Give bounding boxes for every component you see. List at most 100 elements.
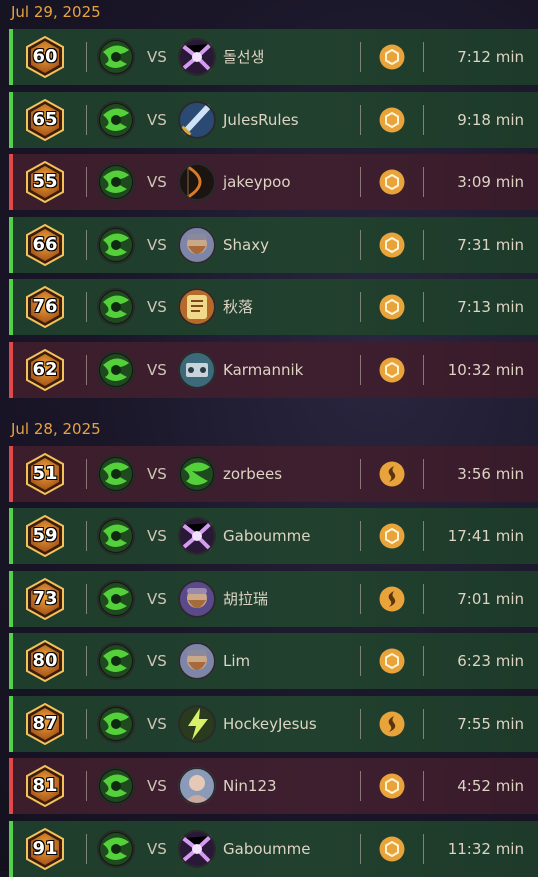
divider xyxy=(423,521,424,551)
player-hero-icon xyxy=(97,225,135,264)
opponent-name[interactable]: Shaxy xyxy=(223,217,269,273)
match-row[interactable]: 73 VS 胡拉瑞 7:01 min xyxy=(9,570,538,627)
match-row[interactable]: 76 VS 秋落 7:13 min xyxy=(9,279,538,335)
vs-label: VS xyxy=(147,527,167,545)
opponent-hero-icon xyxy=(178,767,216,805)
coin-mode-icon xyxy=(379,357,405,383)
divider xyxy=(360,646,361,676)
match-duration: 11:32 min xyxy=(447,839,524,858)
match-row[interactable]: 81 VS Nin123 4:52 min xyxy=(9,758,538,814)
swirl-mode-icon xyxy=(379,461,405,487)
match-history-list: Jul 29, 2025 60 VS 돌선생 7:12 min 65 VS JulesRule… xyxy=(0,0,538,877)
opponent-hero-icon xyxy=(178,100,216,139)
match-row[interactable]: 60 VS 돌선생 7:12 min xyxy=(9,29,538,85)
divider xyxy=(86,771,87,801)
rank-badge: 55 xyxy=(25,161,65,203)
opponent-name[interactable]: 秋落 xyxy=(223,279,253,335)
rank-value: 66 xyxy=(32,233,58,255)
opponent-name[interactable]: Nin123 xyxy=(223,758,277,814)
match-row[interactable]: 65 VS JulesRules 9:18 min xyxy=(9,91,538,148)
match-row[interactable]: 80 VS Lim 6:23 min xyxy=(9,633,538,689)
divider xyxy=(360,771,361,801)
divider xyxy=(423,708,424,739)
match-duration: 3:09 min xyxy=(457,173,524,191)
coin-mode-icon xyxy=(379,107,405,133)
match-duration: 7:55 min xyxy=(457,714,524,733)
divider xyxy=(423,583,424,614)
vs-label: VS xyxy=(147,110,167,129)
opponent-name[interactable]: zorbees xyxy=(223,446,282,502)
divider xyxy=(423,42,424,72)
divider xyxy=(86,521,87,551)
rank-badge: 81 xyxy=(25,765,65,807)
opponent-name[interactable]: Karmannik xyxy=(223,342,303,398)
divider xyxy=(360,292,361,322)
player-hero-icon xyxy=(97,642,135,680)
player-hero-icon xyxy=(97,288,135,326)
divider xyxy=(423,833,424,864)
player-hero-icon xyxy=(97,829,135,868)
divider xyxy=(423,167,424,197)
opponent-hero-icon xyxy=(178,517,216,555)
divider xyxy=(360,229,361,260)
opponent-name[interactable]: HockeyJesus xyxy=(223,696,317,752)
match-row[interactable]: 51 VS zorbees 3:56 min xyxy=(9,445,538,502)
divider xyxy=(86,292,87,322)
rank-value: 65 xyxy=(32,108,58,130)
match-row[interactable]: 66 VS Shaxy 7:31 min xyxy=(9,216,538,273)
opponent-name[interactable]: 돌선생 xyxy=(223,29,264,85)
rank-badge: 66 xyxy=(25,223,65,266)
divider xyxy=(86,42,87,72)
divider xyxy=(360,583,361,614)
opponent-name[interactable]: Gaboumme xyxy=(223,508,310,564)
match-row[interactable]: 59 VS Gaboumme 17:41 min xyxy=(9,508,538,564)
player-hero-icon xyxy=(97,454,135,493)
player-hero-icon xyxy=(97,163,135,201)
coin-mode-icon xyxy=(379,44,405,70)
opponent-name[interactable]: Gaboumme xyxy=(223,821,310,877)
vs-label: VS xyxy=(147,298,167,316)
match-duration: 7:13 min xyxy=(457,298,524,316)
divider xyxy=(86,229,87,260)
opponent-hero-icon xyxy=(178,579,216,618)
player-hero-icon xyxy=(97,579,135,618)
match-duration: 7:12 min xyxy=(457,48,524,66)
swirl-mode-icon xyxy=(379,586,405,612)
opponent-hero-icon xyxy=(178,454,216,493)
rank-badge: 60 xyxy=(25,36,65,78)
coin-mode-icon xyxy=(379,232,405,258)
divider xyxy=(86,708,87,739)
opponent-hero-icon xyxy=(178,225,216,264)
divider xyxy=(360,458,361,489)
match-row[interactable]: 62 VS Karmannik 10:32 min xyxy=(9,341,538,398)
rank-value: 87 xyxy=(32,712,58,734)
rank-badge: 80 xyxy=(25,640,65,682)
player-hero-icon xyxy=(97,350,135,389)
rank-value: 60 xyxy=(32,46,58,67)
divider xyxy=(423,458,424,489)
player-hero-icon xyxy=(97,517,135,555)
divider xyxy=(86,583,87,614)
player-hero-icon xyxy=(97,767,135,805)
opponent-name[interactable]: JulesRules xyxy=(223,92,299,148)
rank-value: 81 xyxy=(32,775,58,796)
date-header: Jul 29, 2025 xyxy=(11,3,101,21)
vs-label: VS xyxy=(147,714,167,733)
match-row[interactable]: 55 VS jakeypoo 3:09 min xyxy=(9,154,538,210)
rank-badge: 73 xyxy=(25,577,65,620)
match-duration: 7:31 min xyxy=(457,235,524,254)
opponent-name[interactable]: jakeypoo xyxy=(223,154,291,210)
divider xyxy=(86,354,87,385)
player-hero-icon xyxy=(97,704,135,743)
opponent-name[interactable]: 胡拉瑞 xyxy=(223,571,268,627)
vs-label: VS xyxy=(147,652,167,670)
opponent-name[interactable]: Lim xyxy=(223,633,250,689)
match-row[interactable]: 87 VS HockeyJesus 7:55 min xyxy=(9,695,538,752)
match-duration: 7:01 min xyxy=(457,589,524,608)
vs-label: VS xyxy=(147,589,167,608)
opponent-hero-icon xyxy=(178,704,216,743)
match-row[interactable]: 91 VS Gaboumme 11:32 min xyxy=(9,820,538,877)
rank-value: 73 xyxy=(32,587,58,609)
match-duration: 3:56 min xyxy=(457,464,524,483)
opponent-hero-icon xyxy=(178,38,216,76)
